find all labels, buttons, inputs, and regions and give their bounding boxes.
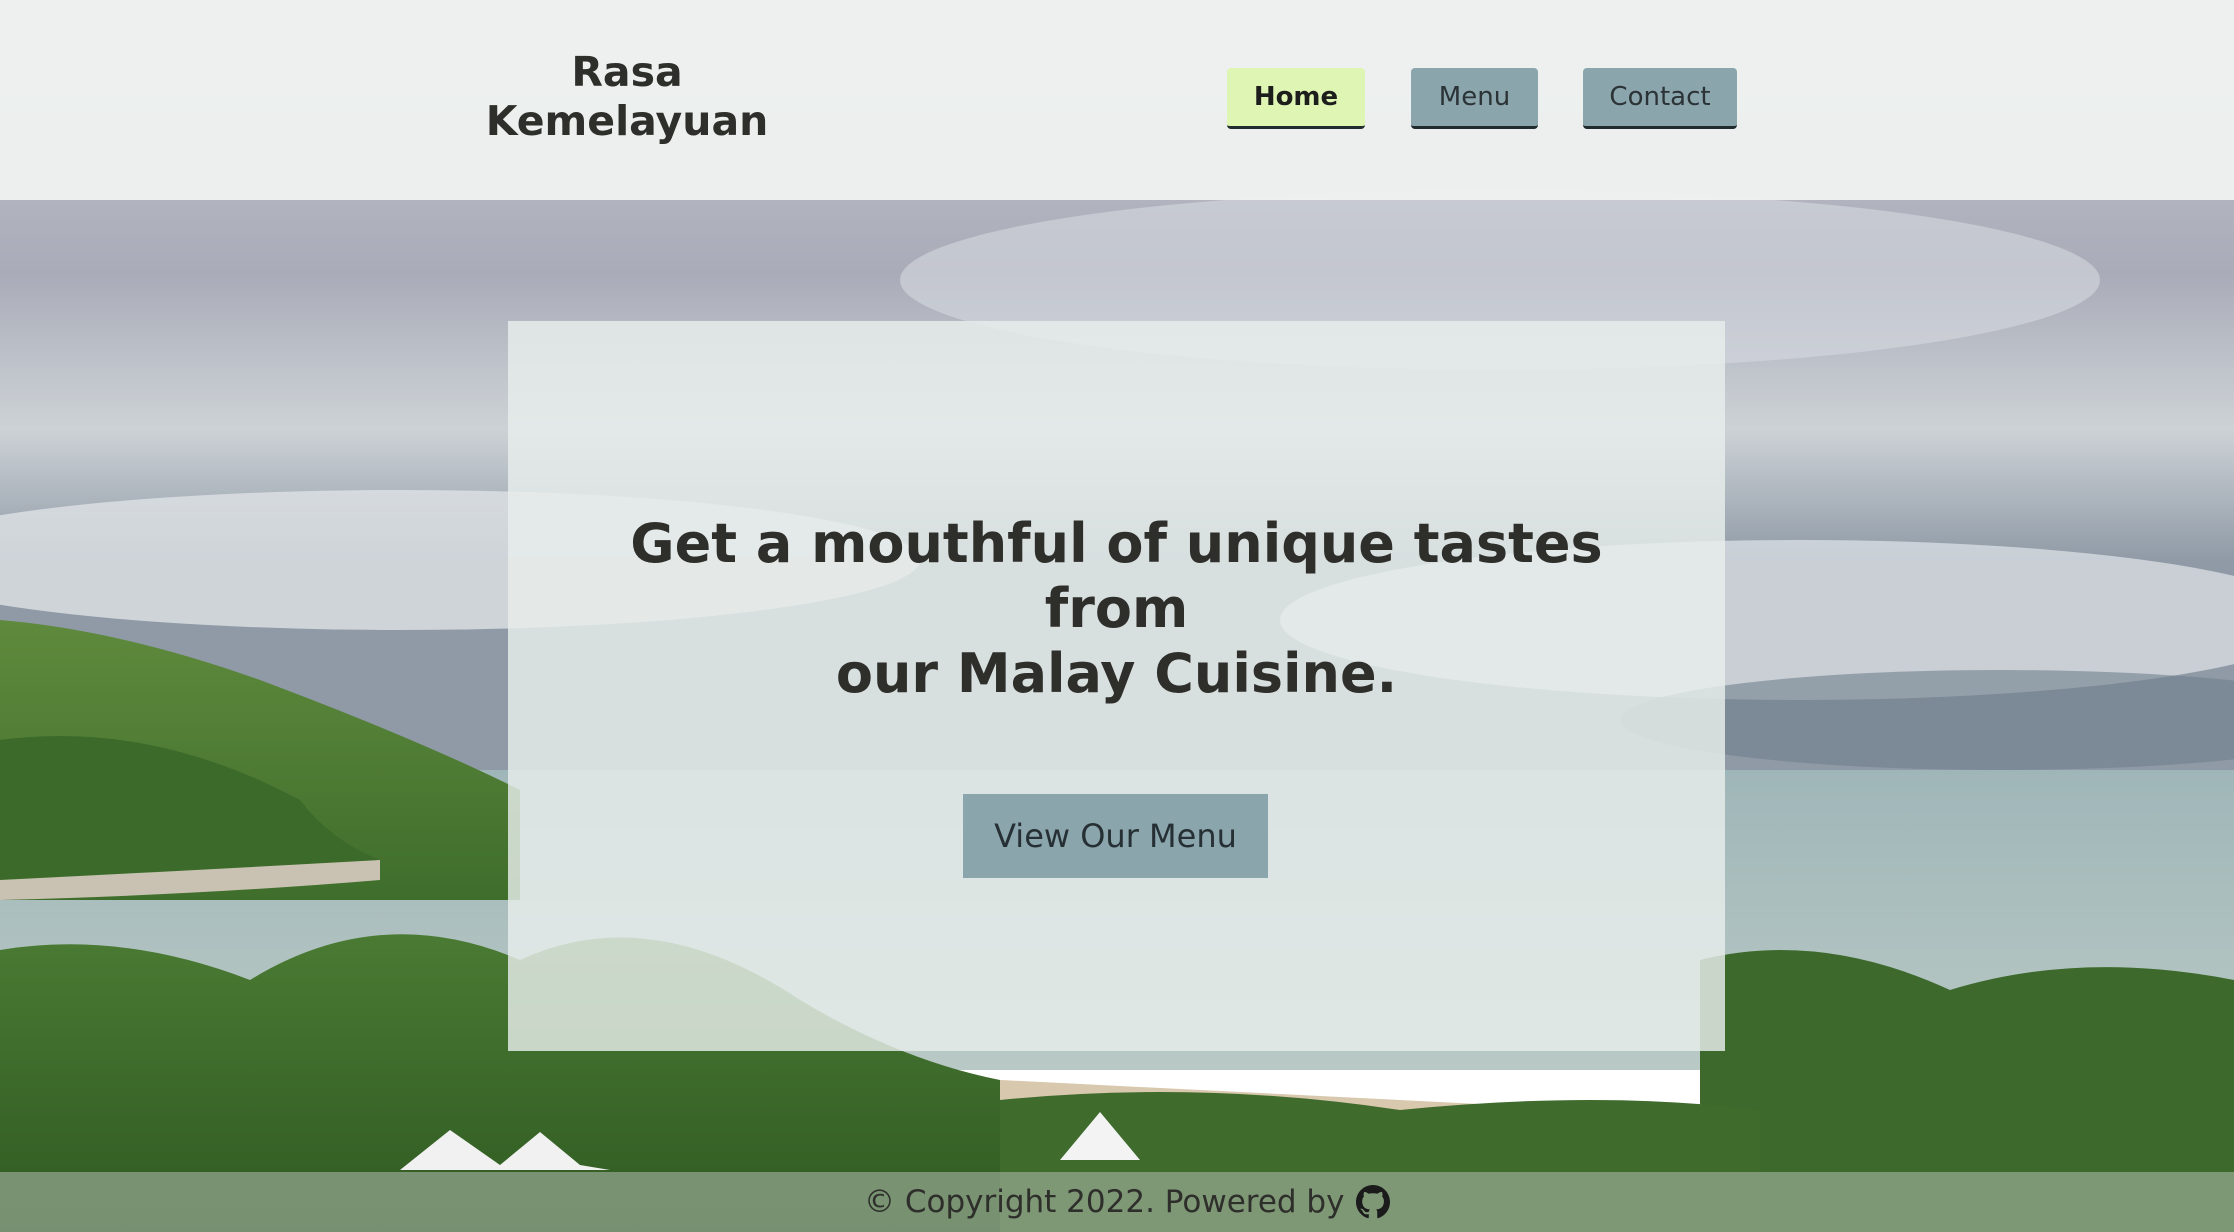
hero-heading-line-2: from <box>1044 577 1189 640</box>
brand-name-line-1: Rasa <box>571 48 683 96</box>
view-menu-button[interactable]: View Our Menu <box>963 794 1268 878</box>
copyright-text: © Copyright 2022. Powered by <box>864 1184 1345 1220</box>
site-header: Rasa Kemelayuan Home Menu Contact <box>0 0 2234 200</box>
nav-home-button[interactable]: Home <box>1227 68 1365 129</box>
footer-content: © Copyright 2022. Powered by <box>864 1182 1391 1222</box>
hero-card: Get a mouthful of unique tastes from our… <box>508 321 1725 1051</box>
page: Rasa Kemelayuan Home Menu Contact Get a … <box>0 0 2234 1232</box>
nav-contact-button[interactable]: Contact <box>1583 68 1737 129</box>
hero-heading: Get a mouthful of unique tastes from our… <box>608 511 1625 706</box>
nav-menu-button[interactable]: Menu <box>1411 68 1538 129</box>
github-icon[interactable] <box>1356 1185 1391 1219</box>
hero-heading-line-3: our Malay Cuisine. <box>835 642 1398 705</box>
hero-heading-line-1: Get a mouthful of unique tastes <box>630 512 1603 575</box>
site-footer: © Copyright 2022. Powered by <box>0 1172 2234 1232</box>
brand-name-line-2: Kemelayuan <box>485 97 769 145</box>
brand-logo-text[interactable]: Rasa Kemelayuan <box>430 48 824 146</box>
